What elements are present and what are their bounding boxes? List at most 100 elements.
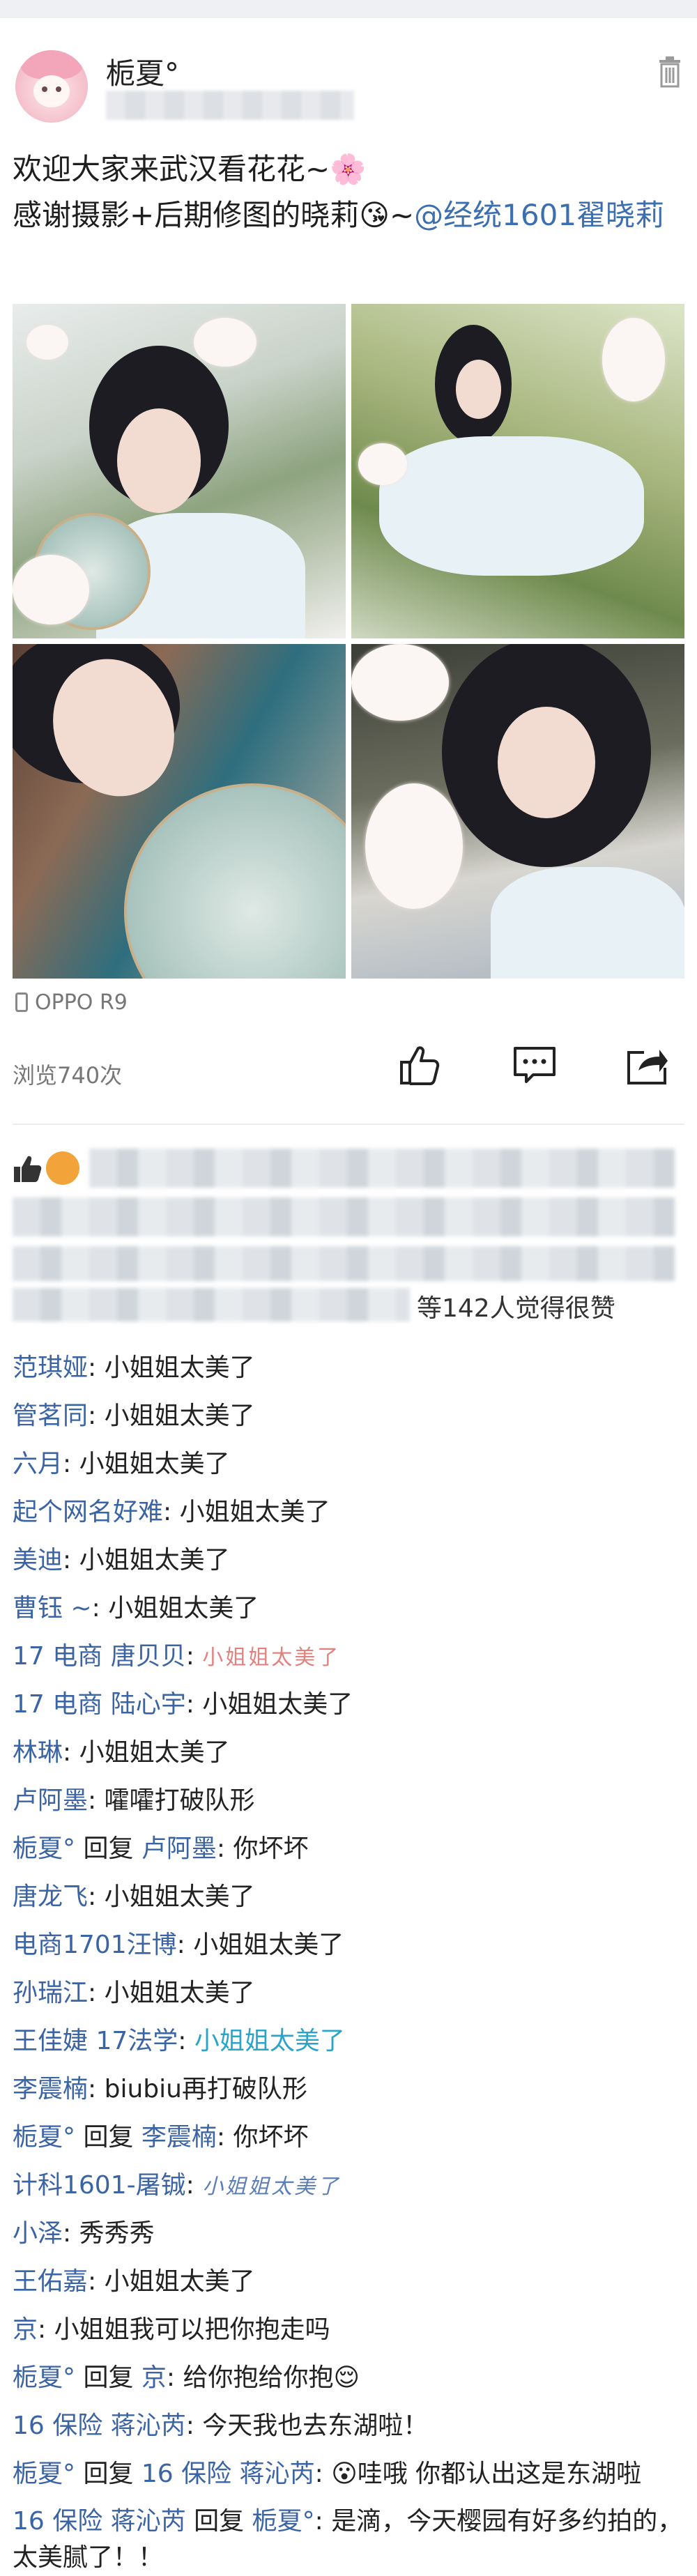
comment-item[interactable]: 王佑嘉: 小姐姐太美了 xyxy=(13,2257,684,2306)
comment-item[interactable]: 卢阿墨: 嚯嚯打破队形 xyxy=(13,1777,684,1825)
comment-text: 小姐姐太美了 xyxy=(79,1450,230,1478)
comment-separator: : xyxy=(88,1883,105,1911)
commenter-name[interactable]: 管茗同 xyxy=(13,1402,88,1430)
reply-item[interactable]: 栀夏° 回复 京: 给你抱给你抱😌 xyxy=(13,2354,684,2402)
comment-item[interactable]: 计科1601-屠铖: 小姐姐太美了 xyxy=(13,2161,684,2209)
comment-text: 嚯嚯打破队形 xyxy=(104,1786,255,1815)
commenter-name[interactable]: 17 电商 唐贝贝 xyxy=(13,1642,186,1671)
commenter-name[interactable]: 栀夏° xyxy=(13,2363,75,2392)
comment-item[interactable]: 王佳婕 17法学: 小姐姐太美了 xyxy=(13,2017,684,2065)
comment-text: 秀秀秀 xyxy=(79,2219,155,2248)
comment-item[interactable]: 管茗同: 小姐姐太美了 xyxy=(13,1392,684,1440)
photo-1[interactable] xyxy=(13,304,346,638)
reply-target-name[interactable]: 京 xyxy=(141,2363,167,2392)
commenter-name[interactable]: 王佑嘉 xyxy=(13,2267,88,2296)
comment-separator: : xyxy=(63,1546,79,1574)
comment-text: 小姐姐太美了 xyxy=(179,1498,330,1526)
comment-text: 小姐姐太美了 xyxy=(104,1402,255,1430)
commenter-name[interactable]: 栀夏° xyxy=(13,2460,75,2488)
post-line-2-text: 感谢摄影+后期修图的晓莉😘~ xyxy=(13,198,415,232)
comment-separator: : xyxy=(166,2363,183,2392)
device-source: OPPO R9 xyxy=(15,988,128,1016)
commenter-name[interactable]: 计科1601-屠铖 xyxy=(13,2171,186,2200)
liker-names-blurred xyxy=(89,1149,675,1188)
comment-item[interactable]: 起个网名好难: 小姐姐太美了 xyxy=(13,1488,684,1536)
commenter-name[interactable]: 王佳婕 17法学 xyxy=(13,2027,178,2055)
commenter-name[interactable]: 林琳 xyxy=(13,1738,63,1767)
reply-item[interactable]: 栀夏° 回复 卢阿墨: 你坏坏 xyxy=(13,1825,684,1873)
comment-item[interactable]: 林琳: 小姐姐太美了 xyxy=(13,1728,684,1777)
reply-word: 回复 xyxy=(185,2507,252,2536)
comment-separator: : xyxy=(91,1594,109,1623)
comment-item[interactable]: 17 电商 陆心宇: 小姐姐太美了 xyxy=(13,1680,684,1728)
commenter-name[interactable]: 李震楠 xyxy=(13,2075,88,2103)
comment-separator: : xyxy=(63,1738,79,1767)
comment-item[interactable]: 小泽: 秀秀秀 xyxy=(13,2209,684,2257)
comment-separator: : xyxy=(216,1834,233,1863)
comment-item[interactable]: 京: 小姐姐我可以把你抱走吗 xyxy=(13,2306,684,2354)
divider xyxy=(13,1124,684,1125)
post-author-name[interactable]: 栀夏° xyxy=(106,50,179,93)
trash-icon[interactable] xyxy=(658,56,682,88)
mention-link[interactable]: @经统1601翟晓莉 xyxy=(414,198,664,232)
commenter-name[interactable]: 16 保险 蒋沁芮 xyxy=(13,2412,186,2440)
reply-word: 回复 xyxy=(75,2460,141,2488)
comment-text: 今天我也去东湖啦！ xyxy=(202,2412,429,2440)
reply-target-name[interactable]: 栀夏° xyxy=(252,2507,315,2536)
post-line-2: 感谢摄影+后期修图的晓莉😘~@经统1601翟晓莉 xyxy=(13,192,682,238)
comment-text: 小姐姐太美了 xyxy=(104,1354,255,1382)
commenter-name[interactable]: 栀夏° xyxy=(13,2123,75,2152)
comment-separator: : xyxy=(314,2460,332,2488)
reply-item[interactable]: 栀夏° 回复 16 保险 蒋沁芮: 😮哇哦 你都认出这是东湖啦 xyxy=(13,2450,684,2498)
thumbs-up-icon[interactable] xyxy=(397,1043,442,1087)
comment-text: 小姐姐太美了 xyxy=(104,1883,255,1911)
comment-separator: : xyxy=(38,2315,54,2344)
post-line-1: 欢迎大家来武汉看花花~🌸 xyxy=(13,152,367,186)
reply-target-name[interactable]: 李震楠 xyxy=(141,2123,217,2152)
commenter-name[interactable]: 孙瑞江 xyxy=(13,1979,88,2007)
reply-target-name[interactable]: 16 保险 蒋沁芮 xyxy=(141,2460,315,2488)
comment-separator: : xyxy=(88,1402,105,1430)
commenter-name[interactable]: 美迪 xyxy=(13,1546,63,1574)
post-content: 欢迎大家来武汉看花花~🌸 感谢摄影+后期修图的晓莉😘~@经统1601翟晓莉 xyxy=(13,146,682,238)
reply-item[interactable]: 栀夏° 回复 李震楠: 你坏坏 xyxy=(13,2113,684,2161)
commenter-name[interactable]: 六月 xyxy=(13,1450,63,1478)
photo-4[interactable] xyxy=(351,644,684,979)
commenter-name[interactable]: 电商1701汪博 xyxy=(13,1931,177,1959)
liker-avatar[interactable] xyxy=(46,1151,79,1185)
commenter-name[interactable]: 17 电商 陆心宇 xyxy=(13,1690,186,1719)
reply-word: 回复 xyxy=(75,2123,141,2152)
comment-item[interactable]: 17 电商 唐贝贝: 小姐姐太美了 xyxy=(13,1632,684,1680)
comment-item[interactable]: 李震楠: biubiu再打破队形 xyxy=(13,2065,684,2113)
share-icon[interactable] xyxy=(625,1043,669,1087)
status-bar xyxy=(0,0,697,18)
photo-2[interactable] xyxy=(351,304,684,638)
commenter-name[interactable]: 唐龙飞 xyxy=(13,1883,88,1911)
reply-item[interactable]: 16 保险 蒋沁芮 回复 栀夏°: 是滴，今天樱园有好多约拍的，太美腻了！！ xyxy=(13,2498,684,2576)
comment-item[interactable]: 范琪娅: 小姐姐太美了 xyxy=(13,1344,684,1392)
commenter-name[interactable]: 曹钰 ~ xyxy=(13,1594,92,1623)
commenter-name[interactable]: 范琪娅 xyxy=(13,1354,88,1382)
comment-text: 小姐姐太美了 xyxy=(79,1738,230,1767)
commenter-name[interactable]: 16 保险 蒋沁芮 xyxy=(13,2507,186,2536)
comment-text: 你坏坏 xyxy=(233,2123,309,2152)
commenter-name[interactable]: 起个网名好难 xyxy=(13,1498,163,1526)
avatar[interactable] xyxy=(15,50,88,123)
comment-item[interactable]: 16 保险 蒋沁芮: 今天我也去东湖啦！ xyxy=(13,2402,684,2450)
comment-item[interactable]: 六月: 小姐姐太美了 xyxy=(13,1440,684,1488)
commenter-name[interactable]: 小泽 xyxy=(13,2219,63,2248)
comment-text: biubiu再打破队形 xyxy=(104,2075,307,2103)
comment-item[interactable]: 美迪: 小姐姐太美了 xyxy=(13,1536,684,1584)
reply-target-name[interactable]: 卢阿墨 xyxy=(141,1834,217,1863)
comment-item[interactable]: 唐龙飞: 小姐姐太美了 xyxy=(13,1873,684,1921)
commenter-name[interactable]: 栀夏° xyxy=(13,1834,75,1863)
comment-item[interactable]: 孙瑞江: 小姐姐太美了 xyxy=(13,1969,684,2017)
comment-icon[interactable] xyxy=(512,1043,557,1087)
commenter-name[interactable]: 京 xyxy=(13,2315,38,2344)
commenter-name[interactable]: 卢阿墨 xyxy=(13,1786,88,1815)
photo-3[interactable] xyxy=(13,644,346,979)
comment-text: 你坏坏 xyxy=(233,1834,309,1863)
comment-separator: : xyxy=(88,2075,105,2103)
comment-item[interactable]: 曹钰 ~: 小姐姐太美了 xyxy=(13,1584,684,1632)
comment-item[interactable]: 电商1701汪博: 小姐姐太美了 xyxy=(13,1921,684,1969)
